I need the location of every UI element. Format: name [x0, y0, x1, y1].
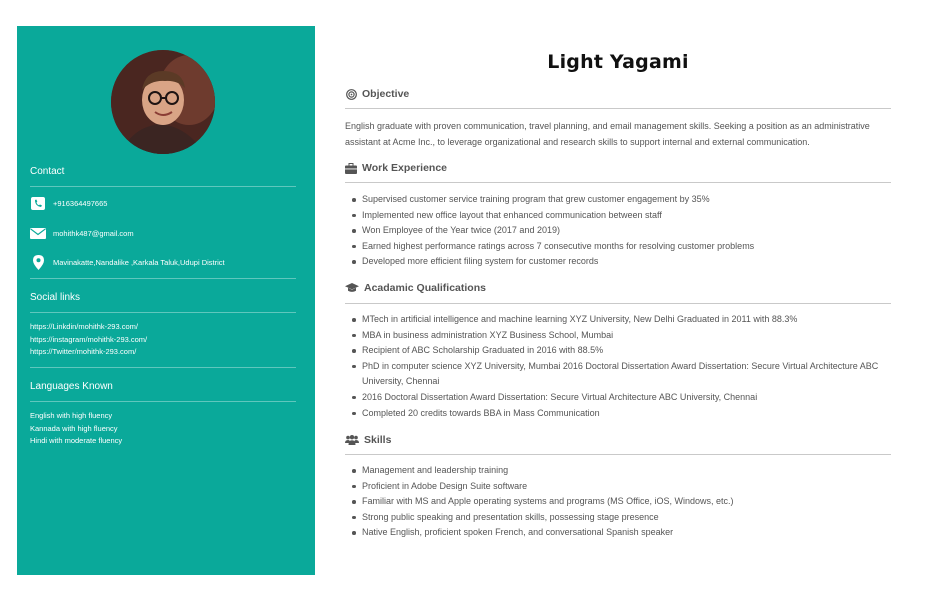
briefcase-icon [345, 162, 357, 174]
list-item: Implemented new office layout that enhan… [345, 208, 891, 224]
social-links-list: https://Linkdin/mohithk-293.com/ https:/… [30, 321, 147, 359]
contact-email[interactable]: mohithk487@gmail.com [53, 229, 134, 238]
objective-heading: Objective [345, 88, 409, 100]
objective-line: English graduate with proven communicati… [345, 121, 870, 131]
list-item: Management and leadership training [345, 463, 891, 479]
skills-title: Skills [364, 434, 392, 446]
academic-title: Acadamic Qualifications [364, 282, 486, 294]
list-item: Developed more efficient filing system f… [345, 254, 891, 270]
work-experience-title: Work Experience [362, 162, 448, 174]
list-item: 2016 Doctoral Dissertation Award Dissert… [345, 390, 891, 406]
sidebar: Contact +916364497665 mohithk487@gmail.c… [17, 26, 315, 575]
list-item: PhD in computer science XYZ University, … [345, 359, 891, 390]
list-item: Native English, proficient spoken French… [345, 525, 891, 541]
divider [345, 303, 891, 304]
academic-heading: Acadamic Qualifications [345, 282, 486, 294]
divider [30, 367, 296, 368]
list-item: Completed 20 credits towards BBA in Mass… [345, 406, 891, 422]
divider [30, 401, 296, 402]
contact-heading: Contact [30, 166, 65, 177]
divider [30, 278, 296, 279]
list-item: Familiar with MS and Apple operating sys… [345, 494, 891, 510]
divider [345, 108, 891, 109]
resume-name: Light Yagami [547, 51, 689, 73]
objective-title: Objective [362, 88, 410, 100]
social-link-linkedin[interactable]: https://Linkdin/mohithk-293.com/ [30, 321, 147, 334]
social-link-instagram[interactable]: https://instagram/mohithk-293.com/ [30, 334, 147, 347]
phone-icon [30, 196, 46, 210]
contact-phone[interactable]: +916364497665 [53, 199, 107, 208]
divider [345, 454, 891, 455]
divider [30, 186, 296, 187]
list-item: Won Employee of the Year twice (2017 and… [345, 223, 891, 239]
divider [345, 182, 891, 183]
skills-heading: Skills [345, 434, 391, 446]
objective-text: English graduate with proven communicati… [345, 119, 891, 150]
graduation-cap-icon [345, 282, 359, 294]
list-item: MTech in artificial intelligence and mac… [345, 312, 891, 328]
list-item: Strong public speaking and presentation … [345, 510, 891, 526]
social-links-heading: Social links [30, 292, 81, 303]
contact-address-row: Mavinakatte,Nandalike ,Karkala Taluk,Udu… [30, 254, 225, 270]
target-icon [345, 88, 357, 100]
academic-list: MTech in artificial intelligence and mac… [345, 312, 891, 421]
work-experience-list: Supervised customer service training pro… [345, 192, 891, 270]
skills-list: Management and leadership training Profi… [345, 463, 891, 541]
social-link-twitter[interactable]: https://Twitter/mohithk-293.com/ [30, 346, 147, 359]
avatar-portrait-image [111, 50, 215, 154]
languages-heading: Languages Known [30, 381, 113, 392]
divider [30, 312, 296, 313]
users-icon [345, 434, 359, 446]
languages-list: English with high fluency Kannada with h… [30, 410, 122, 448]
language-item: Hindi with moderate fluency [30, 436, 123, 445]
list-item: Earned highest performance ratings acros… [345, 239, 891, 255]
objective-line: assistant at Acme Inc., to leverage orga… [345, 136, 810, 147]
avatar [111, 50, 215, 154]
language-item: Kannada with high fluency [30, 423, 118, 433]
contact-address: Mavinakatte,Nandalike ,Karkala Taluk,Udu… [53, 257, 225, 267]
contact-phone-row: +916364497665 [30, 196, 107, 210]
list-item: Recipient of ABC Scholarship Graduated i… [345, 343, 891, 359]
language-item: English with high fluency [30, 411, 113, 420]
contact-email-row: mohithk487@gmail.com [30, 226, 134, 240]
work-experience-heading: Work Experience [345, 162, 447, 174]
main-content: Light Yagami Objective English graduate … [345, 0, 891, 591]
list-item: Proficient in Adobe Design Suite softwar… [345, 479, 891, 495]
envelope-icon [30, 226, 46, 240]
list-item: Supervised customer service training pro… [345, 192, 891, 208]
list-item: MBA in business administration XYZ Busin… [345, 328, 891, 344]
map-pin-icon [30, 254, 46, 270]
